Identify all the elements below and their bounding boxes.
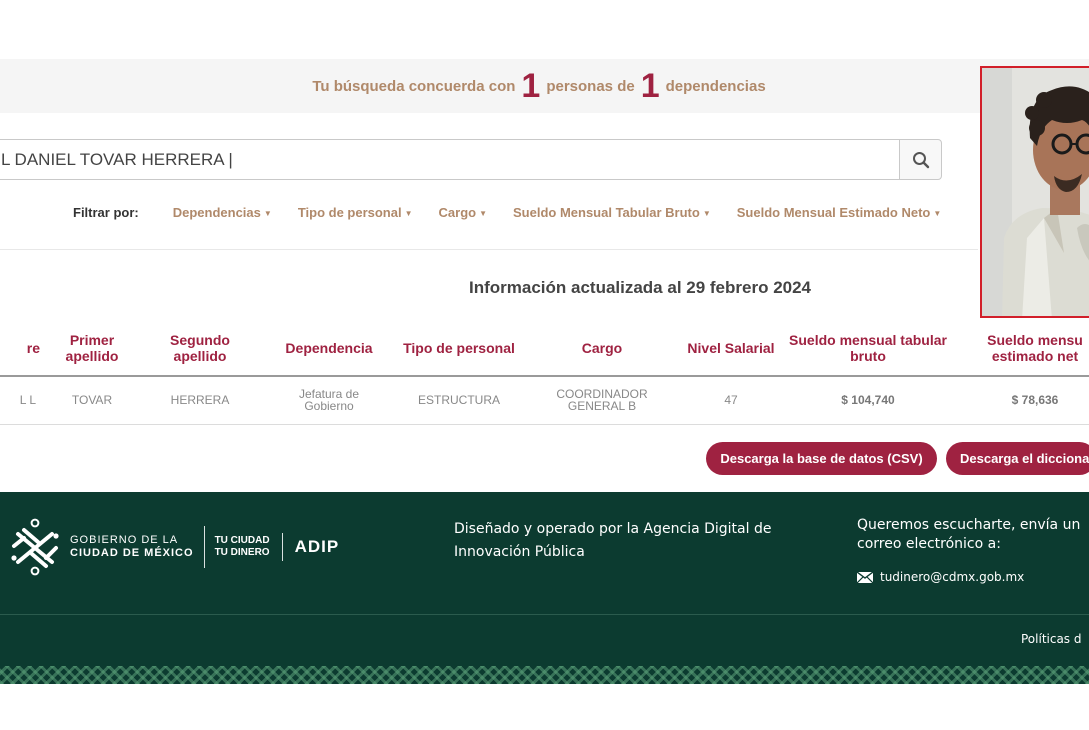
person-photo <box>980 66 1089 318</box>
filter-sueldo-neto[interactable]: Sueldo Mensual Estimado Neto ▼ <box>737 205 942 220</box>
footer-logos: GOBIERNO DE LA CIUDAD DE MÉXICO TU CIUDA… <box>10 518 339 576</box>
email-link[interactable]: tudinero@cdmx.gob.mx <box>880 570 1024 584</box>
filter-bar: Filtrar por: Dependencias ▼ Tipo de perso… <box>73 205 941 220</box>
cell-primer-apellido: TOVAR <box>42 376 142 425</box>
filter-cargo-label: Cargo <box>438 205 477 220</box>
mail-icon <box>857 571 873 583</box>
footer-credit: Diseñado y operado por la Agencia Digita… <box>454 521 772 560</box>
gobierno-cdmx-wordmark: GOBIERNO DE LA CIUDAD DE MÉXICO <box>70 534 194 560</box>
filter-label: Filtrar por: <box>73 205 139 220</box>
dependencies-count: 1 <box>640 67 660 105</box>
filter-cargo[interactable]: Cargo ▼ <box>439 205 487 220</box>
cdmx-logo-icon[interactable] <box>10 518 60 576</box>
filter-dependencias-label: Dependencias <box>172 205 261 220</box>
col-primer-apellido[interactable]: Primer apellido <box>42 320 142 377</box>
results-summary: Tu búsqueda concuerda con 1 personas de … <box>0 59 1078 113</box>
gov-line-2: CIUDAD DE MÉXICO <box>70 547 194 559</box>
search-input[interactable]: L DANIEL TOVAR HERRERA | <box>0 139 900 180</box>
filter-dependencias[interactable]: Dependencias ▼ <box>173 205 272 220</box>
person-photo-illustration <box>982 68 1089 316</box>
cell-nivel-salarial: 47 <box>686 376 776 425</box>
col-nivel-salarial[interactable]: Nivel Salarial <box>686 320 776 377</box>
search-button[interactable] <box>899 139 942 180</box>
results-middle: personas de <box>546 77 635 95</box>
tcd-line-1: TU CIUDAD <box>214 535 270 546</box>
table-header-row: re Primer apellido Segundo apellido Depe… <box>0 320 1089 377</box>
download-dictionary-button[interactable]: Descarga el dicciona <box>946 442 1089 475</box>
gov-line-1: GOBIERNO DE LA <box>70 534 179 546</box>
persons-count: 1 <box>521 67 541 105</box>
footer-email[interactable]: tudinero@cdmx.gob.mx <box>857 570 1024 584</box>
search-icon <box>912 151 929 168</box>
cell-cargo: COORDINADOR GENERAL B <box>518 376 686 425</box>
results-table: re Primer apellido Segundo apellido Depe… <box>0 320 1089 425</box>
col-cargo[interactable]: Cargo <box>518 320 686 377</box>
cell-nombre: L L <box>0 376 42 425</box>
caret-down-icon: ▼ <box>263 209 272 219</box>
table-row[interactable]: L L TOVAR HERRERA Jefatura de Gobierno E… <box>0 376 1089 425</box>
caret-down-icon: ▼ <box>933 209 942 219</box>
col-sueldo-neto[interactable]: Sueldo mensu estimado net <box>960 320 1089 377</box>
results-suffix: dependencias <box>665 77 766 95</box>
caret-down-icon: ▼ <box>404 209 413 219</box>
cell-tipo-personal: ESTRUCTURA <box>400 376 518 425</box>
logo-divider <box>281 533 283 561</box>
caret-down-icon: ▼ <box>479 209 487 219</box>
footer-contact-text: Queremos escucharte, envía un correo ele… <box>857 517 1081 552</box>
col-sueldo-bruto[interactable]: Sueldo mensual tabular bruto <box>776 320 960 377</box>
filter-sueldo-neto-label: Sueldo Mensual Estimado Neto <box>736 205 931 220</box>
cell-dependencia: Jefatura de Gobierno <box>258 376 400 425</box>
results-prefix: Tu búsqueda concuerda con <box>312 77 516 95</box>
tcd-line-2: TU DINERO <box>214 547 270 558</box>
cell-segundo-apellido: HERRERA <box>142 376 258 425</box>
tu-ciudad-tu-dinero-wordmark: TU CIUDAD TU DINERO <box>215 535 270 559</box>
filter-tipo-personal[interactable]: Tipo de personal ▼ <box>298 205 413 220</box>
download-csv-button[interactable]: Descarga la base de datos (CSV) <box>706 442 937 475</box>
col-dependencia[interactable]: Dependencia <box>258 320 400 377</box>
adip-logo[interactable]: ADIP <box>295 537 340 557</box>
footer-divider <box>0 614 1089 615</box>
filter-sueldo-bruto[interactable]: Sueldo Mensual Tabular Bruto ▼ <box>513 205 711 220</box>
cell-sueldo-bruto: $ 104,740 <box>776 376 960 425</box>
update-date-heading: Información actualizada al 29 febrero 20… <box>468 278 812 297</box>
col-segundo-apellido[interactable]: Segundo apellido <box>142 320 258 377</box>
cell-sueldo-neto: $ 78,636 <box>960 376 1089 425</box>
col-nombre[interactable]: re <box>0 320 42 377</box>
col-tipo-personal[interactable]: Tipo de personal <box>400 320 518 377</box>
footer-decorative-pattern <box>0 666 1089 684</box>
section-divider <box>0 249 978 250</box>
filter-tipo-personal-label: Tipo de personal <box>297 205 402 220</box>
filter-sueldo-bruto-label: Sueldo Mensual Tabular Bruto <box>513 205 700 220</box>
logo-divider <box>203 526 205 568</box>
politicas-link[interactable]: Políticas d <box>1021 632 1082 646</box>
site-footer: GOBIERNO DE LA CIUDAD DE MÉXICO TU CIUDA… <box>0 492 1089 684</box>
caret-down-icon: ▼ <box>702 209 711 219</box>
